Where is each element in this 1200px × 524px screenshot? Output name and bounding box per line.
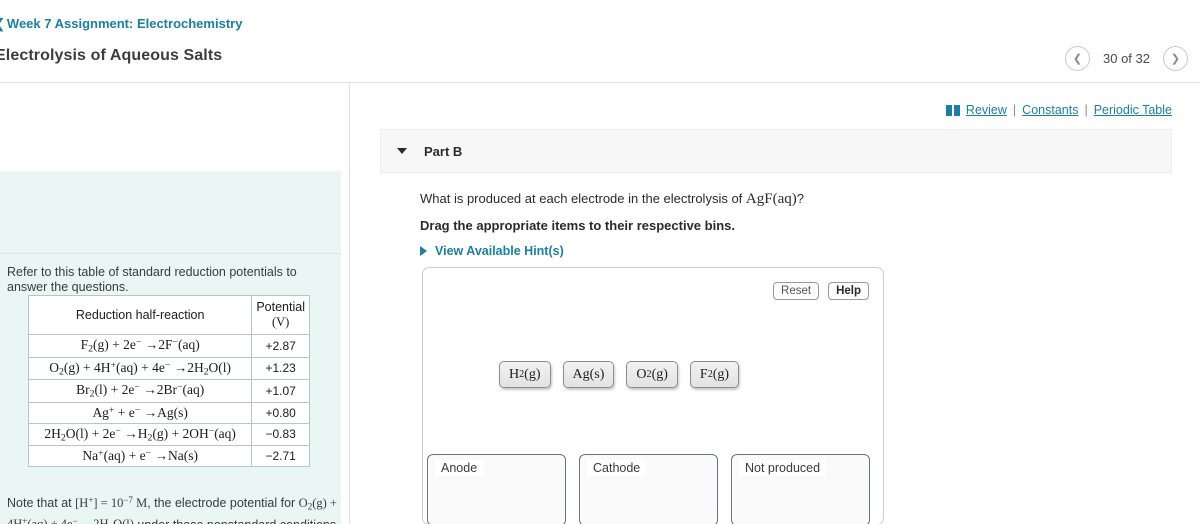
assignment-page: ❮ Week 7 Assignment: Electrochemistry El… [0,0,1200,524]
resource-toolbar: Review | Constants | Periodic Table [945,103,1172,117]
table-row: 2H2O(l) + 2e− →H2(g) + 2OH−(aq) −0.83 [27,422,310,447]
pagination: ❮ 30 of 32 ❯ [1065,46,1188,71]
cell-reaction: Ag+ + e− →Ag(s) [27,401,253,424]
draggable-item[interactable]: Ag(s) [562,361,615,388]
book-icon [945,104,960,116]
cell-reaction: Na+(aq) + e− →Na(s) [27,445,253,468]
table-row: Br2(l) + 2e− →2Br−(aq) +1.07 [27,379,310,403]
cell-potential: +0.80 [251,401,310,424]
cell-potential: +1.23 [251,356,310,380]
chevron-right-icon: ❯ [1170,53,1181,65]
caret-down-icon[interactable] [397,148,407,154]
reset-button[interactable]: Reset [773,282,820,300]
drop-bin-label: Not produced [739,460,827,476]
review-link[interactable]: Review [966,103,1007,117]
answer-tools: Reset Help [773,282,869,300]
breadcrumb[interactable]: ❮ Week 7 Assignment: Electrochemistry [0,16,242,31]
drop-bin[interactable]: Anode [427,454,566,524]
next-page-button[interactable]: ❯ [1163,46,1188,71]
draggable-item[interactable]: O 2 (g) [626,361,678,388]
drop-bin-label: Anode [435,460,484,476]
table-row: Ag+ + e− →Ag(s) +0.80 [27,401,310,424]
reference-sidebar: Refer to this table of standard reductio… [0,83,349,524]
potential-header-line2: (V) [271,315,290,329]
cell-reaction: F2(g) + 2e− →2F−(aq) [27,334,253,358]
page-title: Electrolysis of Aqueous Salts [0,47,223,64]
part-b-header[interactable]: Part B [380,129,1172,173]
potential-header-line1: Potential [256,300,305,314]
cell-potential: −0.83 [251,422,310,447]
cell-potential: +1.07 [251,379,310,403]
cell-potential: −2.71 [251,445,310,468]
toolbar-separator-1: | [1012,103,1017,117]
view-hints-toggle[interactable]: View Available Hint(s) [420,244,564,258]
reduction-potentials-table: Reduction half-reaction Potential (V) F2… [27,295,310,468]
table-row: O2(g) + 4H+(aq) + 4e− →2H2O(l) +1.23 [27,356,310,380]
table-row: Na+(aq) + e− →Na(s) −2.71 [27,445,310,468]
table-header-row: Reduction half-reaction Potential (V) [27,295,310,335]
chevron-left-icon: ❮ [0,17,5,30]
column-header-reaction: Reduction half-reaction [27,295,253,335]
question-instruction: Drag the appropriate items to their resp… [420,218,735,233]
sidebar-top-divider [0,253,341,254]
column-header-potential: Potential (V) [251,295,310,335]
drop-bin-label: Cathode [587,460,647,476]
toolbar-separator-2: | [1084,103,1088,117]
cell-reaction: Br2(l) + 2e− →2Br−(aq) [27,379,253,403]
help-button[interactable]: Help [828,282,869,300]
sidebar-note-hplus: Note that at [H+] = 10−7 M, the electrod… [7,495,337,524]
periodic-table-link[interactable]: Periodic Table [1094,103,1172,117]
table-row: F2(g) + 2e− →2F−(aq) +2.87 [27,334,310,358]
drag-drop-answer-area: Reset Help H 2 (g) Ag(s) O 2 (g) F 2 (g) Anode Cat… [422,267,884,524]
table-body: F2(g) + 2e− →2F−(aq) +2.87 O2(g) + 4H+(aq)… [27,334,310,468]
draggable-items-tray: H 2 (g) Ag(s) O 2 (g) F 2 (g) [499,361,740,388]
sidebar-intro-text: Refer to this table of standard reductio… [7,265,297,294]
drop-bin[interactable]: Cathode [579,454,718,524]
drop-bins: Anode Cathode Not produced [427,454,870,524]
question-content: Review | Constants | Periodic Table Part… [350,83,1200,524]
caret-right-icon [420,246,427,256]
breadcrumb-label[interactable]: Week 7 Assignment: Electrochemistry [7,16,243,31]
cell-reaction: 2H2O(l) + 2e− →H2(g) + 2OH−(aq) [27,422,253,447]
constants-link[interactable]: Constants [1022,103,1078,117]
page-indicator: 30 of 32 [1103,51,1150,66]
cell-potential: +2.87 [251,334,310,358]
view-hints-label: View Available Hint(s) [435,244,564,258]
prev-page-button[interactable]: ❮ [1065,46,1090,71]
drop-bin[interactable]: Not produced [731,454,870,524]
question-text: What is produced at each electrode in th… [420,191,804,207]
draggable-item[interactable]: H 2 (g) [499,361,551,388]
draggable-item[interactable]: F 2 (g) [689,361,740,388]
part-b-label: Part B [424,143,463,159]
cell-reaction: O2(g) + 4H+(aq) + 4e− →2H2O(l) [27,356,253,380]
chevron-left-icon: ❮ [1072,53,1083,65]
